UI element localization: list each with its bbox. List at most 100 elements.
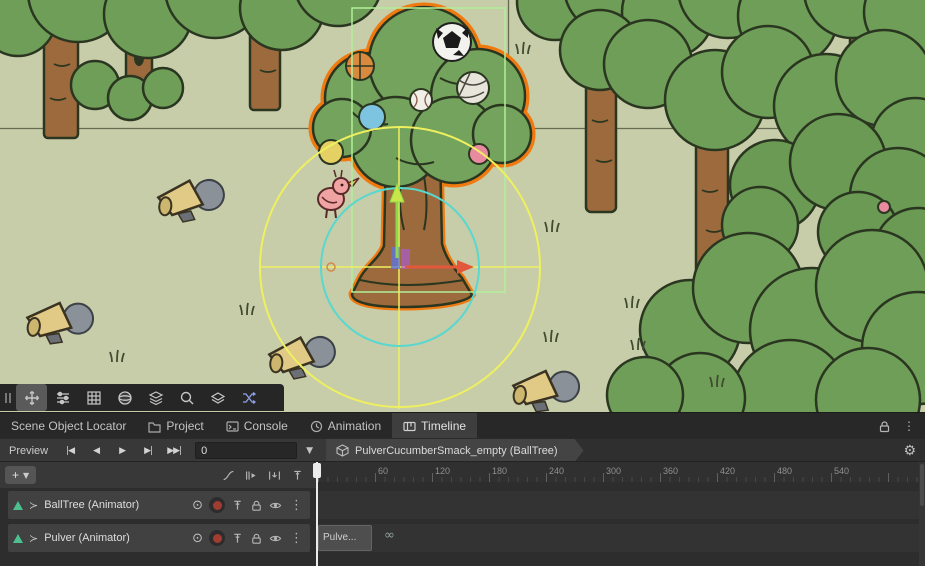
ruler-label: 240: [549, 466, 564, 476]
timeline-ruler[interactable]: 60120180240300360420480540: [318, 462, 919, 482]
timeline-panel: + ▼ 60120180240300360420480540 ≻ BallTre…: [0, 461, 925, 566]
next-frame-button[interactable]: ▶|: [135, 446, 161, 456]
scene-canvas[interactable]: [0, 0, 925, 412]
baseball[interactable]: [410, 89, 432, 111]
track-clip-lane[interactable]: [318, 491, 919, 519]
basketball[interactable]: [346, 52, 374, 80]
scrollbar-thumb[interactable]: [920, 464, 924, 506]
console-icon: [226, 420, 239, 433]
frame-dropdown-caret[interactable]: ▼: [297, 446, 322, 456]
stack-tool-icon[interactable]: [140, 384, 171, 411]
track-header[interactable]: ≻ BallTree (Animator) ⊙ ⋮: [8, 491, 310, 519]
sphere-tool-icon[interactable]: [109, 384, 140, 411]
timeline-toolbar: Preview |◀ ◀ ▶ ▶| ▶▶| ▼ PulverCucumberSm…: [0, 438, 925, 462]
layers-tool-icon[interactable]: [202, 384, 233, 411]
toolbar-grip-icon[interactable]: [0, 384, 16, 411]
tab-label: Console: [244, 419, 288, 433]
clock-icon: [310, 420, 323, 433]
unity-editor: Scene Object Locator Project Console Ani…: [0, 0, 925, 566]
scene-toolbar: [0, 384, 284, 411]
tab-animation[interactable]: Animation: [299, 413, 392, 439]
go-to-end-button[interactable]: ▶▶|: [161, 446, 187, 456]
go-to-start-button[interactable]: |◀: [57, 446, 83, 456]
ruler-label: 540: [834, 466, 849, 476]
yellow-ball[interactable]: [319, 140, 343, 164]
track-target-icon[interactable]: ⊙: [192, 498, 203, 513]
blue-ball[interactable]: [359, 104, 385, 130]
volleyball[interactable]: [457, 72, 489, 104]
ruler-label: 360: [663, 466, 678, 476]
prefab-cube-icon: [336, 444, 349, 457]
tab-timeline[interactable]: Timeline: [392, 413, 477, 439]
track-header[interactable]: ≻ Pulver (Animator) ⊙ ⋮: [8, 524, 310, 552]
record-button[interactable]: [209, 530, 225, 546]
breadcrumb-label: PulverCucumberSmack_empty (BallTree): [355, 445, 558, 457]
scene-view[interactable]: [0, 0, 925, 412]
tab-scene-object-locator[interactable]: Scene Object Locator: [0, 413, 137, 439]
track-clip-lane[interactable]: Pulve... ∞: [318, 524, 919, 552]
lock-icon[interactable]: [250, 532, 263, 545]
marker-pin-icon[interactable]: [291, 469, 304, 482]
zoom-tool-icon[interactable]: [171, 384, 202, 411]
tab-label: Scene Object Locator: [11, 419, 126, 433]
ruler-label: 120: [435, 466, 450, 476]
timeline-scrollbar[interactable]: [919, 462, 925, 566]
kebab-menu-icon[interactable]: ⋮: [903, 419, 915, 433]
breadcrumb: PulverCucumberSmack_empty (BallTree) ⚙: [326, 439, 925, 462]
tab-label: Animation: [328, 419, 381, 433]
pin-icon[interactable]: [231, 499, 244, 512]
track-menu-icon[interactable]: ⋮: [288, 498, 305, 513]
track-target-icon[interactable]: ⊙: [192, 531, 203, 546]
playhead[interactable]: [316, 462, 318, 566]
track-binding-icon: ≻: [29, 499, 38, 512]
clip-edit-mode-icon[interactable]: [245, 469, 258, 482]
soccer-ball[interactable]: [433, 23, 471, 61]
tab-console[interactable]: Console: [215, 413, 299, 439]
timeline-view-options: [222, 469, 318, 482]
playhead-handle[interactable]: [313, 463, 321, 478]
track-list: ≻ BallTree (Animator) ⊙ ⋮ Pulve... ∞ ≻ Pu…: [0, 491, 925, 566]
add-track-button[interactable]: + ▼: [5, 466, 36, 484]
track-name: BallTree (Animator): [44, 499, 186, 511]
tab-project[interactable]: Project: [137, 413, 214, 439]
eye-icon[interactable]: [269, 532, 282, 545]
infinite-clip-icon: ∞: [384, 528, 395, 543]
pink-fruit: [878, 201, 890, 213]
ruler-label: 300: [606, 466, 621, 476]
folder-icon: [148, 420, 161, 433]
timeline-header-left: + ▼: [0, 462, 318, 488]
add-track-caret: ▼: [23, 471, 29, 480]
gear-icon[interactable]: ⚙: [894, 443, 925, 459]
previous-frame-button[interactable]: ◀: [83, 446, 109, 456]
grid-tool-icon[interactable]: [78, 384, 109, 411]
play-button[interactable]: ▶: [109, 446, 135, 456]
track-binding-icon: ≻: [29, 532, 38, 545]
lock-icon[interactable]: [878, 420, 891, 433]
tab-bar-right-controls: ⋮: [878, 413, 925, 439]
timeline-clip[interactable]: Pulve...: [318, 525, 372, 551]
insert-frame-icon[interactable]: [268, 469, 281, 482]
tab-label: Timeline: [421, 419, 466, 433]
pin-icon[interactable]: [231, 532, 244, 545]
animation-track-icon: [13, 501, 23, 510]
eye-icon[interactable]: [269, 499, 282, 512]
ruler-label: 480: [777, 466, 792, 476]
ruler-label: 420: [720, 466, 735, 476]
lock-icon[interactable]: [250, 499, 263, 512]
curves-view-icon[interactable]: [222, 469, 235, 482]
frame-number-field[interactable]: [195, 442, 297, 459]
shuffle-tool-icon[interactable]: [233, 384, 264, 411]
move-tool-icon[interactable]: [16, 384, 47, 411]
track-menu-icon[interactable]: ⋮: [288, 531, 305, 546]
breadcrumb-segment[interactable]: PulverCucumberSmack_empty (BallTree): [326, 439, 584, 462]
ruler-label: 180: [492, 466, 507, 476]
tab-label: Project: [166, 419, 203, 433]
animation-track-icon: [13, 534, 23, 543]
record-button[interactable]: [209, 497, 225, 513]
track-name: Pulver (Animator): [44, 532, 186, 544]
panel-tab-bar: Scene Object Locator Project Console Ani…: [0, 412, 925, 439]
timeline-track[interactable]: Pulve... ∞ ≻ Pulver (Animator) ⊙ ⋮: [0, 524, 925, 552]
sliders-tool-icon[interactable]: [47, 384, 78, 411]
preview-toggle[interactable]: Preview: [0, 445, 57, 457]
timeline-track[interactable]: ≻ BallTree (Animator) ⊙ ⋮: [0, 491, 925, 519]
